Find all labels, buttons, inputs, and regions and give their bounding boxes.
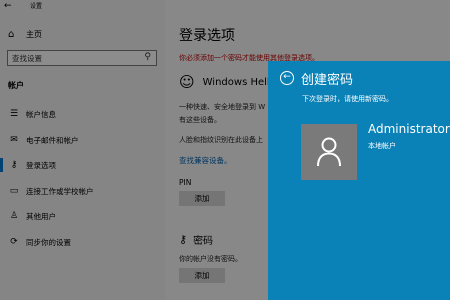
user-account-type: 本地帐户 <box>368 142 396 150</box>
avatar <box>301 124 357 180</box>
user-name: Administrator <box>368 122 450 136</box>
panel-title: 创建密码 <box>301 73 354 88</box>
panel-subtitle: 下次登录时，请使用新密码。 <box>302 95 393 103</box>
back-circle-icon[interactable]: ← <box>280 71 294 85</box>
user-icon <box>317 137 341 167</box>
create-password-panel: ← 创建密码 下次登录时，请使用新密码。 Administrator 本地帐户 <box>268 61 450 300</box>
